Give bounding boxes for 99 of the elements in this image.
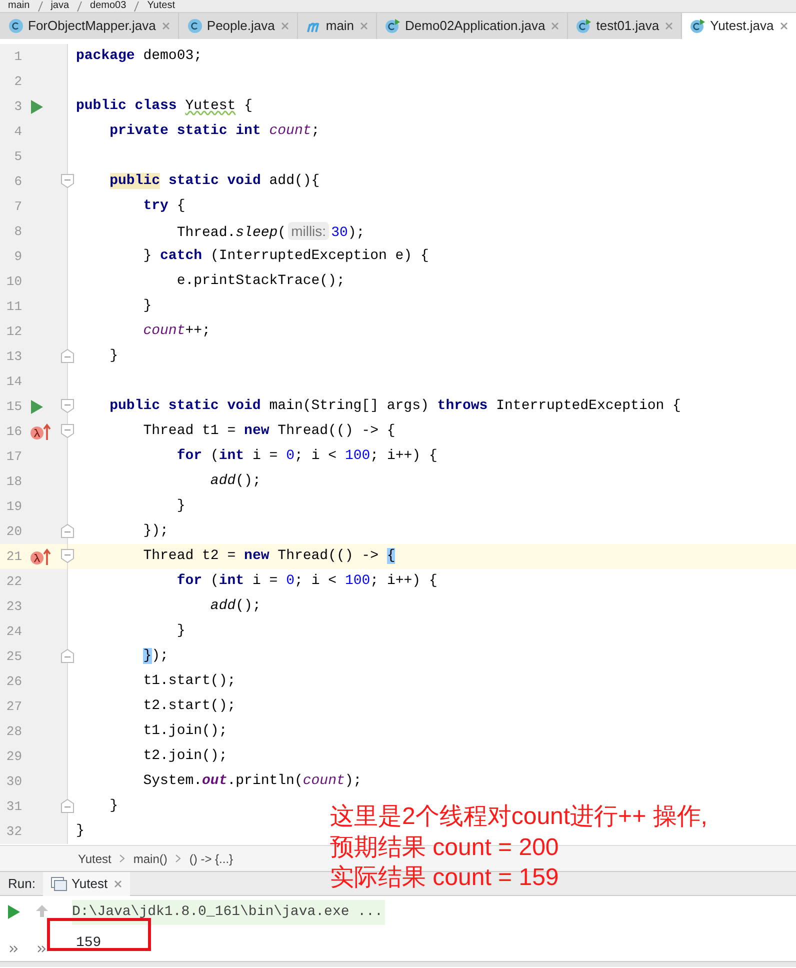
file-tab[interactable]: Demo02Application.java	[377, 13, 568, 39]
folder-crumb[interactable]: demo03	[90, 0, 126, 12]
code-line: count++;	[142, 322, 210, 341]
code-line: private static int count;	[108, 122, 320, 141]
line-number: 22	[5, 572, 22, 591]
close-icon	[549, 20, 562, 32]
code-line: }	[176, 497, 186, 516]
line-number: 26	[5, 672, 22, 691]
close-icon	[358, 20, 370, 32]
line-number: 17	[5, 448, 22, 466]
breadcrumb-item[interactable]: main()	[133, 850, 168, 868]
line-number: 1	[13, 48, 22, 66]
line-number: 32	[5, 822, 22, 841]
line-number: 13	[5, 348, 22, 366]
close-icon	[663, 20, 676, 32]
code-line: System.out.println(count);	[142, 772, 362, 791]
code-line: for (int i = 0; i < 100; i++) {	[176, 447, 438, 466]
path-separator-icon	[38, 0, 43, 12]
code-line: public class Yutest {	[75, 97, 252, 116]
chevron-icon	[175, 854, 182, 863]
close-icon	[278, 20, 291, 32]
path-separator-icon	[134, 0, 140, 12]
code-line: } catch (InterruptedException e) {	[142, 247, 429, 266]
file-tab[interactable]: main	[298, 13, 378, 39]
class-icon	[186, 18, 203, 34]
file-tab[interactable]: Yutest.java	[682, 13, 796, 39]
run-tab[interactable]: Yutest	[43, 872, 130, 896]
line-number: 29	[5, 748, 22, 766]
file-tab[interactable]: People.java	[178, 13, 298, 39]
breadcrumb-item[interactable]: () -> {...}	[189, 850, 234, 868]
code-line: }	[108, 797, 118, 816]
code-line: }	[142, 297, 152, 316]
line-number: 20	[5, 522, 22, 541]
line-number: 8	[13, 222, 22, 241]
code-line: t1.start();	[142, 672, 236, 691]
class-run-icon	[690, 18, 706, 34]
code-line: }	[75, 822, 84, 841]
code-line: add();	[209, 472, 261, 491]
line-number: 7	[13, 198, 22, 216]
line-number: 6	[13, 172, 22, 191]
line-number: 25	[5, 648, 22, 666]
file-crumb[interactable]: Yutest	[147, 0, 175, 12]
code-line: }	[108, 347, 118, 366]
file-tab[interactable]: test01.java	[568, 13, 682, 39]
code-line: public static void main(String[] args) throws InterruptedException {	[108, 397, 681, 416]
line-number: 15	[5, 398, 22, 416]
rerun-button[interactable]	[7, 904, 21, 920]
folder-crumb[interactable]: java	[50, 0, 70, 12]
breadcrumb-item[interactable]: Yutest	[78, 850, 112, 868]
up-arrow-button[interactable]	[35, 904, 49, 920]
close-icon	[778, 20, 790, 32]
console-icon	[51, 876, 68, 890]
close-icon	[160, 20, 172, 32]
code-line: e.printStackTrace();	[176, 272, 345, 291]
line-number: 23	[5, 598, 22, 616]
close-icon	[112, 878, 124, 890]
line-number: 28	[5, 722, 22, 741]
file-tab[interactable]: ForObjectMapper.java	[0, 13, 179, 39]
line-number: 2	[13, 72, 22, 91]
folder-crumb[interactable]: main	[8, 0, 30, 12]
class-run-icon	[576, 18, 592, 34]
line-number: 11	[5, 298, 22, 316]
code-line: Thread.sleep( millis: 30);	[176, 221, 365, 243]
line-number: 30	[5, 772, 22, 791]
line-number: 16	[5, 422, 22, 441]
annotation-text: 预期结果 count = 200	[330, 832, 560, 862]
line-number: 19	[5, 498, 22, 516]
code-line: for (int i = 0; i < 100; i++) {	[176, 572, 438, 591]
code-line: t2.join();	[142, 747, 228, 766]
code-line: });	[142, 522, 168, 541]
code-line: Thread t1 = new Thread(() -> {	[142, 422, 396, 441]
line-number: 31	[5, 798, 22, 816]
line-number: 5	[13, 148, 22, 166]
line-number: 24	[5, 622, 22, 641]
code-line: t1.join();	[142, 722, 228, 741]
line-number: 12	[5, 322, 22, 341]
code-line: try {	[142, 197, 186, 216]
expand-icon	[37, 945, 47, 953]
line-number: 14	[5, 372, 22, 391]
run-label: Run:	[8, 874, 36, 893]
annotation-text: 这里是2个线程对count进行++ 操作,	[330, 802, 708, 832]
line-number: 18	[5, 472, 22, 491]
expand-icon	[9, 945, 19, 953]
line-number: 3	[13, 98, 22, 116]
annotation-text: 实际结果 count = 159	[330, 863, 560, 893]
chevron-icon	[119, 854, 126, 863]
class-run-icon	[385, 18, 402, 34]
class-icon	[8, 18, 24, 34]
code-line: t2.start();	[142, 697, 236, 716]
line-number: 4	[13, 122, 22, 141]
line-number: 27	[5, 698, 22, 716]
code-line: package demo03;	[75, 47, 202, 66]
path-separator-icon	[77, 0, 82, 12]
line-number: 9	[13, 248, 22, 266]
console-output: 159	[75, 934, 102, 953]
line-number: 10	[5, 272, 22, 291]
line-number: 21	[5, 548, 22, 566]
code-line: add();	[209, 597, 261, 616]
code-line: }	[176, 622, 186, 641]
